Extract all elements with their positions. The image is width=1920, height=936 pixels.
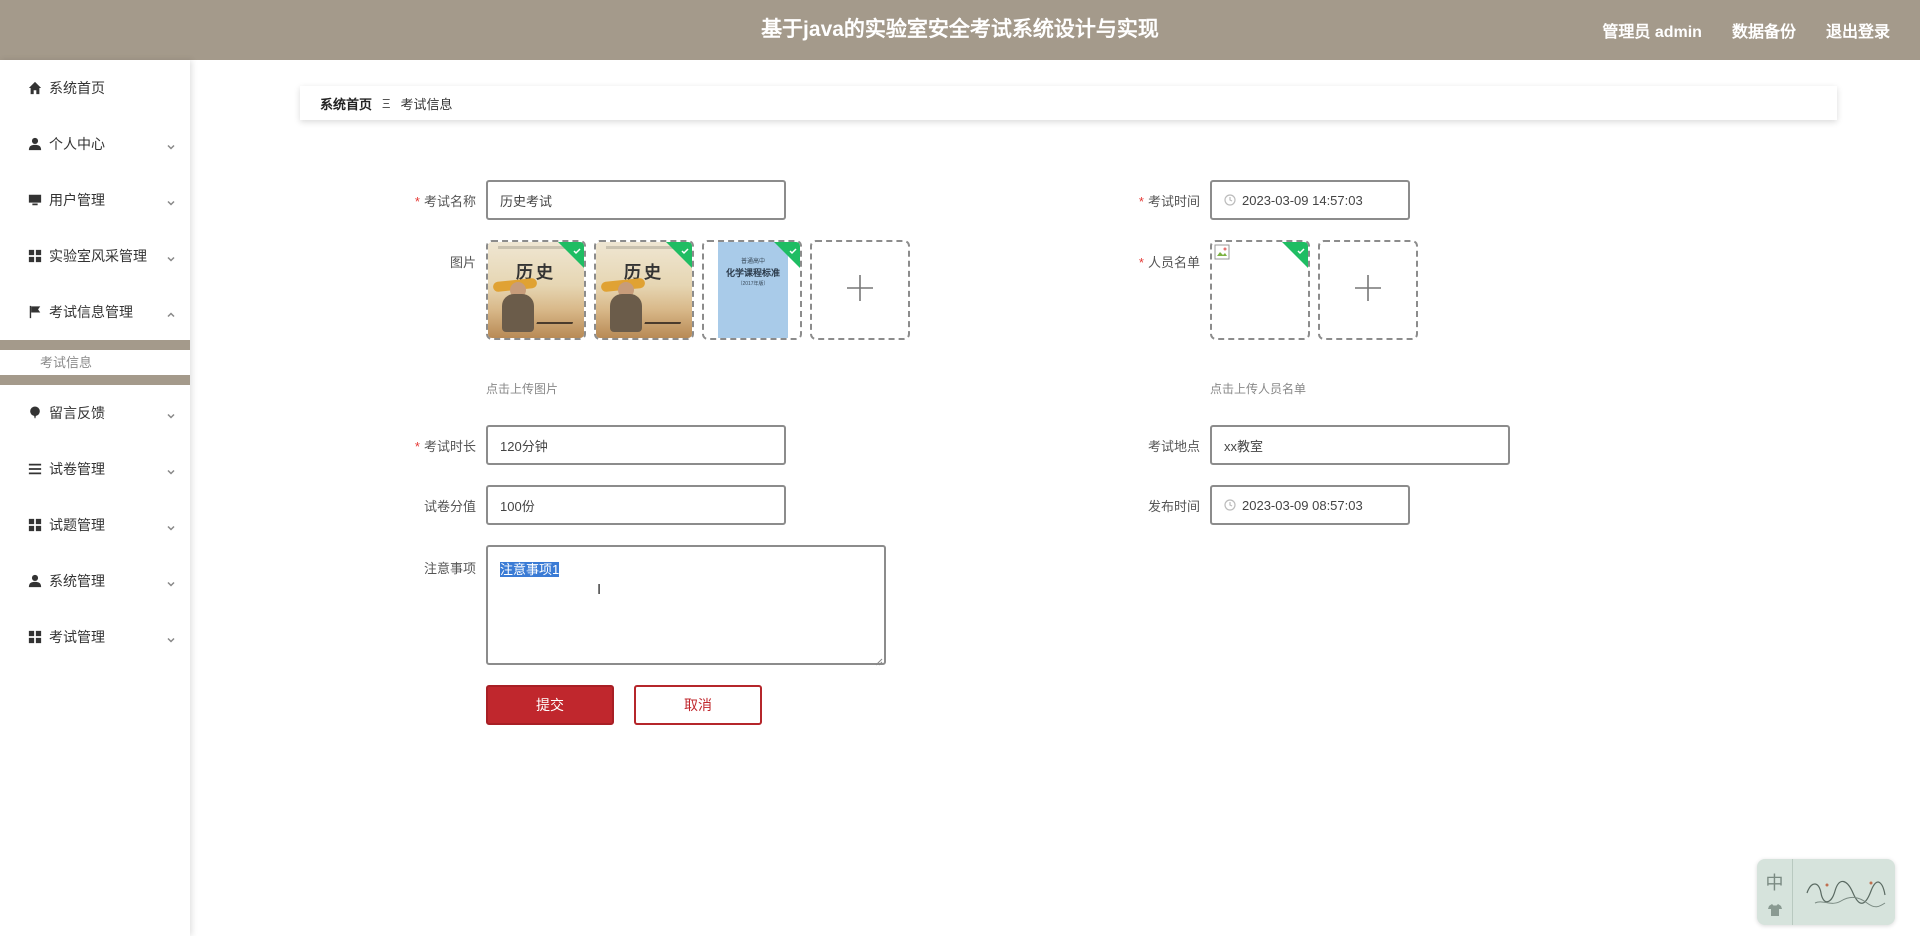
- text-cursor-icon: I: [597, 581, 602, 598]
- sidebar-item-lab-showcase[interactable]: 实验室风采管理: [0, 228, 190, 284]
- sidebar-item-label: 用户管理: [49, 192, 105, 208]
- uploaded-image-1[interactable]: 历史: [486, 240, 586, 340]
- image-label: 图片: [449, 255, 476, 270]
- uploaded-image-3[interactable]: 普通高中 化学课程标准 （2017年版）: [702, 240, 802, 340]
- grid-icon: [27, 517, 43, 533]
- sidebar-item-label: 系统管理: [49, 573, 105, 589]
- grid-icon: [27, 629, 43, 645]
- exam-time-picker[interactable]: 2023-03-09 14:57:03: [1210, 180, 1410, 220]
- publish-time-label: 发布时间: [1147, 499, 1200, 514]
- broken-image-icon: [1214, 244, 1230, 260]
- roster-label: * 人员名单: [1138, 255, 1200, 270]
- flag-icon: [27, 304, 43, 320]
- sidebar-item-question-management[interactable]: 试题管理: [0, 497, 190, 553]
- publish-time-picker[interactable]: 2023-03-09 08:57:03: [1210, 485, 1410, 525]
- top-header: 基于java的实验室安全考试系统设计与实现 管理员 admin 数据备份 退出登…: [0, 0, 1920, 60]
- location-label: 考试地点: [1147, 439, 1200, 454]
- skin-icon[interactable]: [1767, 903, 1782, 916]
- chevron-up-icon: [166, 307, 176, 318]
- image-upload-hint: 点击上传图片: [486, 382, 559, 396]
- user-icon: [27, 573, 43, 589]
- language-toggle[interactable]: 中: [1766, 869, 1784, 895]
- add-roster-button[interactable]: [1318, 240, 1418, 340]
- duration-input[interactable]: 120分钟: [486, 425, 786, 465]
- sidebar-item-label: 系统首页: [49, 80, 105, 96]
- admin-user-link[interactable]: 管理员 admin: [1602, 18, 1702, 42]
- sidebar-item-feedback[interactable]: 留言反馈: [0, 385, 190, 441]
- chevron-down-icon: [166, 408, 176, 419]
- sidebar-item-label: 考试管理: [49, 629, 105, 645]
- roster-upload-hint: 点击上传人员名单: [1210, 382, 1307, 396]
- balloon-icon: [27, 405, 43, 421]
- sidebar-item-personal-center[interactable]: 个人中心: [0, 116, 190, 172]
- cancel-button[interactable]: 取消: [634, 685, 762, 725]
- sidebar: 系统首页 个人中心 用户管理 实验室风采管理 考试信息管理 考试信息 留言反馈 …: [0, 60, 190, 936]
- sidebar-item-label: 试题管理: [49, 517, 105, 533]
- sidebar-item-label: 留言反馈: [49, 405, 105, 421]
- score-input[interactable]: 100份: [486, 485, 786, 525]
- sidebar-item-label: 个人中心: [49, 136, 105, 152]
- sidebar-item-exam-info-management[interactable]: 考试信息管理: [0, 284, 190, 340]
- input-method-widget[interactable]: 中: [1757, 859, 1895, 925]
- chevron-down-icon: [166, 251, 176, 262]
- uploaded-image-2[interactable]: 历史: [594, 240, 694, 340]
- chevron-down-icon: [166, 195, 176, 206]
- chevron-down-icon: [166, 576, 176, 587]
- handwriting-art-icon: [1801, 873, 1889, 913]
- chevron-down-icon: [166, 139, 176, 150]
- chevron-down-icon: [166, 632, 176, 643]
- plus-icon: [1353, 273, 1383, 308]
- breadcrumb: 系统首页 Ξ 考试信息: [300, 86, 1837, 120]
- notes-label: 注意事项: [423, 561, 476, 576]
- sidebar-subitem-exam-info[interactable]: 考试信息: [0, 350, 190, 375]
- selected-text: 注意事项1: [500, 562, 560, 577]
- submenu-exam-info: 考试信息: [0, 340, 190, 385]
- check-icon: [1296, 243, 1306, 255]
- breadcrumb-home[interactable]: 系统首页: [320, 94, 372, 113]
- header-nav: 管理员 admin 数据备份 退出登录: [1602, 0, 1890, 60]
- list-icon: [27, 461, 43, 477]
- chevron-down-icon: [166, 464, 176, 475]
- uploaded-roster-file[interactable]: [1210, 240, 1310, 340]
- sidebar-item-user-management[interactable]: 用户管理: [0, 172, 190, 228]
- data-backup-link[interactable]: 数据备份: [1732, 18, 1796, 42]
- submit-button[interactable]: 提交: [486, 685, 614, 725]
- resize-grip-icon[interactable]: [875, 654, 883, 666]
- notes-textarea[interactable]: 注意事项1: [486, 545, 886, 666]
- required-star: *: [414, 194, 420, 209]
- grid-icon: [27, 248, 43, 264]
- breadcrumb-separator: Ξ: [382, 95, 391, 111]
- required-star: *: [1138, 255, 1144, 270]
- exam-name-label: * 考试名称: [414, 194, 476, 209]
- chevron-down-icon: [166, 520, 176, 531]
- score-label: 试卷分值: [423, 499, 476, 514]
- sidebar-item-home[interactable]: 系统首页: [0, 60, 190, 116]
- required-star: *: [1138, 194, 1144, 209]
- check-icon: [572, 243, 582, 255]
- clock-icon: [1224, 499, 1236, 511]
- monitor-icon: [27, 192, 43, 208]
- duration-label: * 考试时长: [414, 439, 476, 454]
- sidebar-item-paper-management[interactable]: 试卷管理: [0, 441, 190, 497]
- exam-time-label: * 考试时间: [1138, 194, 1200, 209]
- check-icon: [788, 243, 798, 255]
- sidebar-item-label: 实验室风采管理: [49, 248, 147, 264]
- clock-icon: [1224, 194, 1236, 206]
- sidebar-item-system-management[interactable]: 系统管理: [0, 553, 190, 609]
- user-icon: [27, 136, 43, 152]
- plus-icon: [845, 273, 875, 308]
- sidebar-item-label: 考试信息管理: [49, 304, 133, 320]
- logout-link[interactable]: 退出登录: [1826, 18, 1890, 42]
- sidebar-item-exam-management[interactable]: 考试管理: [0, 609, 190, 665]
- location-input[interactable]: xx教室: [1210, 425, 1510, 465]
- home-icon: [27, 80, 43, 96]
- add-image-button[interactable]: [810, 240, 910, 340]
- sidebar-item-label: 试卷管理: [49, 461, 105, 477]
- check-icon: [680, 243, 690, 255]
- required-star: *: [414, 439, 420, 454]
- exam-name-input[interactable]: 历史考试: [486, 180, 786, 220]
- breadcrumb-current: 考试信息: [400, 96, 453, 112]
- widget-toolbar: 中: [1757, 859, 1793, 925]
